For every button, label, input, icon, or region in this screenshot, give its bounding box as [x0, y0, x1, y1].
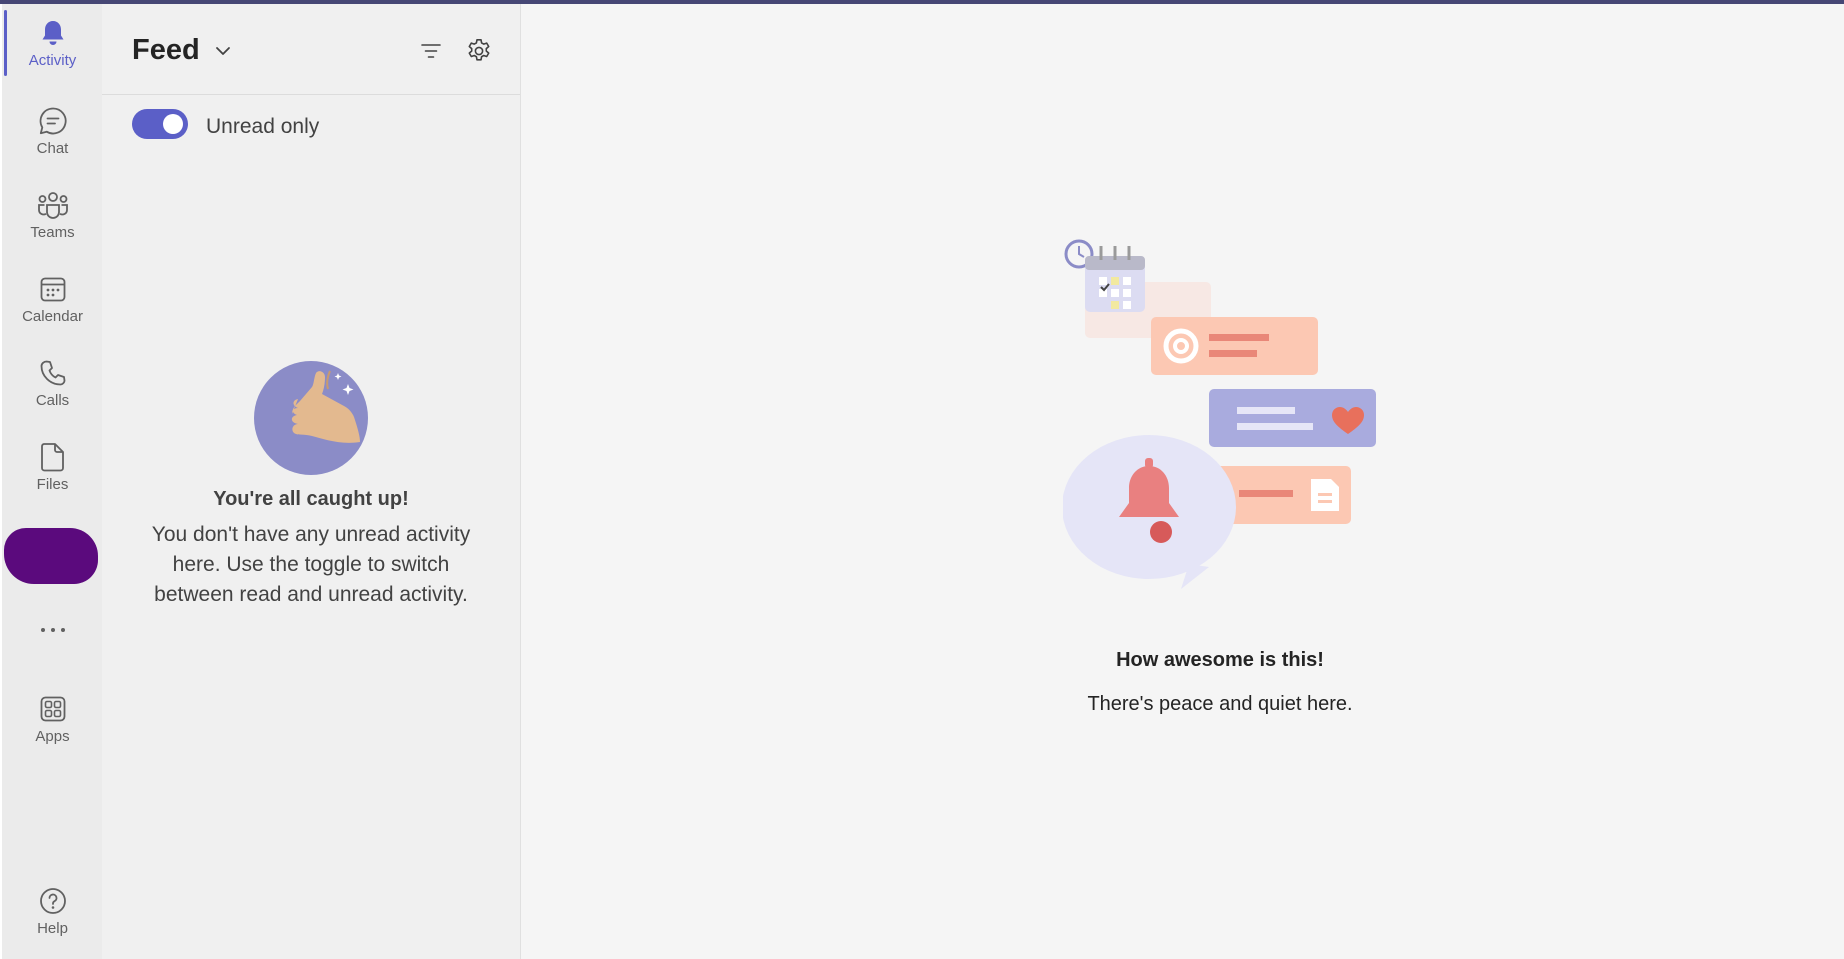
rail-item-activity[interactable]: Activity: [2, 4, 103, 80]
caught-up-title: You're all caught up!: [213, 488, 409, 510]
more-horizontal-icon: [36, 613, 70, 647]
rail-item-label: Activity: [28, 51, 77, 69]
rail-item-label: Files: [36, 475, 69, 493]
rail-item-label: Calendar: [22, 307, 83, 325]
chevron-down-icon[interactable]: [212, 40, 234, 62]
feed-panel: Feed Unread only You're all caught up! Y…: [102, 4, 521, 959]
chat-icon: [36, 104, 70, 138]
teams-icon: [36, 188, 70, 222]
filter-icon: [421, 44, 441, 58]
calendar-icon: [36, 272, 70, 306]
redacted-area: [4, 528, 98, 584]
caught-up-message: You don't have any unread activity here.…: [151, 523, 471, 606]
empty-state-title: How awesome is this!: [1116, 649, 1324, 671]
active-indicator: [4, 10, 7, 76]
gear-icon: [468, 39, 490, 61]
rail-item-teams[interactable]: Teams: [2, 176, 103, 252]
feed-header: Feed: [102, 4, 520, 95]
rail-item-apps[interactable]: Apps: [2, 680, 103, 756]
thumbs-up-illustration: [252, 351, 370, 479]
rail-item-label: Calls: [35, 391, 70, 409]
help-icon: [36, 884, 70, 918]
file-icon: [36, 440, 70, 474]
filter-button[interactable]: [416, 36, 446, 66]
rail-item-calendar[interactable]: Calendar: [2, 260, 103, 336]
feed-title[interactable]: Feed: [132, 34, 200, 67]
empty-state-subtitle: There's peace and quiet here.: [1087, 693, 1353, 715]
bell-icon: [36, 16, 70, 50]
rail-item-files[interactable]: Files: [2, 428, 103, 504]
rail-item-label: Help: [37, 919, 68, 937]
phone-icon: [36, 356, 70, 390]
app-rail: Activity Chat Teams Calendar Calls Files: [0, 4, 103, 959]
rail-item-label: Chat: [36, 139, 69, 157]
rail-item-help[interactable]: Help: [2, 872, 103, 948]
main-content: How awesome is this! There's peace and q…: [521, 4, 1844, 959]
rail-item-calls[interactable]: Calls: [2, 344, 103, 420]
unread-only-toggle[interactable]: [132, 109, 188, 139]
notifications-illustration: [1062, 234, 1393, 589]
rail-item-label: Apps: [35, 727, 70, 745]
settings-button[interactable]: [464, 36, 494, 66]
toggle-label: Unread only: [206, 115, 320, 138]
more-apps-button[interactable]: [2, 600, 103, 660]
apps-icon: [36, 692, 70, 726]
rail-item-chat[interactable]: Chat: [2, 92, 103, 168]
toggle-knob: [163, 114, 183, 134]
rail-item-label: Teams: [30, 223, 75, 241]
